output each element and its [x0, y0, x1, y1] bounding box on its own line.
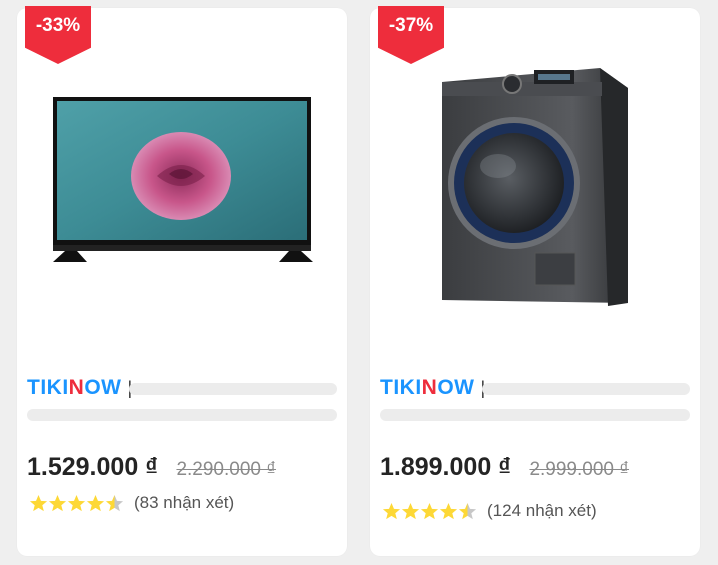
- product-image-tv[interactable]: [17, 48, 347, 318]
- review-count[interactable]: (83 nhận xét): [134, 493, 234, 513]
- star-icon: [439, 502, 458, 519]
- star-icon: [382, 502, 401, 519]
- text-placeholder: [482, 383, 690, 395]
- star-icon: [48, 494, 67, 511]
- star-icon: [86, 494, 105, 511]
- original-price: 2.999.000 ₫: [529, 459, 630, 480]
- original-price: 2.290.000 ₫: [176, 459, 277, 480]
- star-icon: [29, 494, 48, 511]
- review-count[interactable]: (124 nhận xét): [487, 501, 597, 521]
- rating: (124 nhận xét): [382, 501, 597, 521]
- rating: (83 nhận xét): [29, 493, 234, 513]
- star-icon: [67, 494, 86, 511]
- washing-machine-icon: [442, 68, 628, 306]
- half-star-icon: [105, 494, 124, 511]
- price-row: 1.529.000 ₫ 2.290.000 ₫: [27, 453, 276, 482]
- text-placeholder: [129, 383, 337, 395]
- star-rating: [29, 494, 124, 513]
- star-icon: [401, 502, 420, 519]
- product-image-washing-machine[interactable]: [370, 48, 700, 318]
- text-placeholder: [27, 409, 337, 421]
- half-star-icon: [458, 502, 477, 519]
- product-card-washing-machine[interactable]: -37% TIKINOW 1.899.000 ₫ 2.999.000 ₫ (12…: [370, 6, 700, 556]
- tv-icon: [53, 97, 313, 262]
- tikinow-logo: TIKINOW|: [27, 376, 132, 399]
- current-price: 1.529.000 ₫: [27, 453, 158, 481]
- price-row: 1.899.000 ₫ 2.999.000 ₫: [380, 453, 629, 482]
- current-price: 1.899.000 ₫: [380, 453, 511, 481]
- star-icon: [420, 502, 439, 519]
- text-placeholder: [380, 409, 690, 421]
- star-rating: [382, 502, 477, 521]
- product-card-tv[interactable]: -33% TIKINOW 1.529.000 ₫ 2.290.000 ₫ (83…: [17, 6, 347, 556]
- tikinow-logo: TIKINOW|: [380, 376, 485, 399]
